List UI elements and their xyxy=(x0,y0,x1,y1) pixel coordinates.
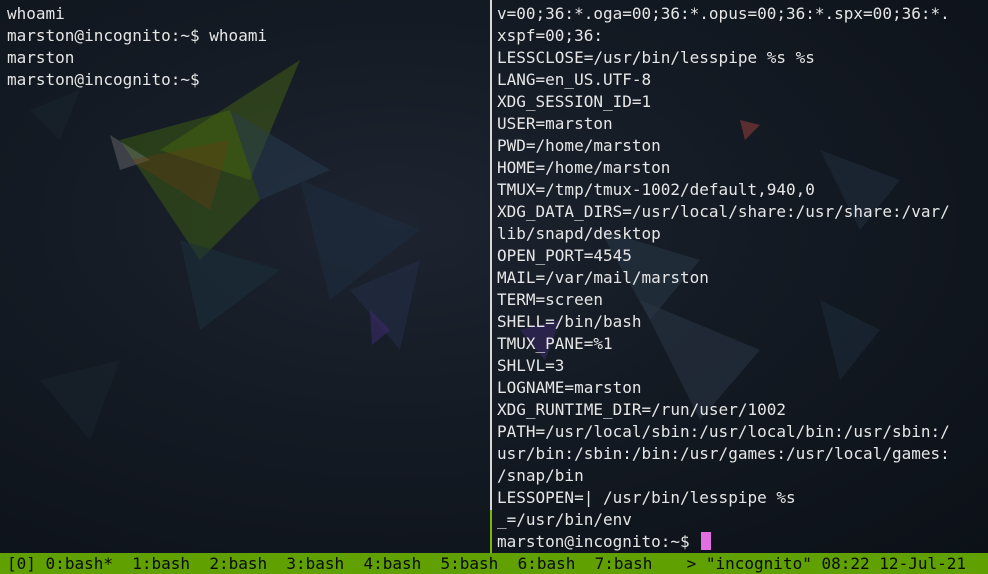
status-right: > "incognito" 08:22 12-Jul-21 xyxy=(687,553,966,574)
window-tab[interactable]: 0:bash* xyxy=(46,554,113,573)
env-line: v=00;36:*.oga=00;36:*.opus=00;36:*.spx=0… xyxy=(497,4,950,23)
env-line: XDG_SESSION_ID=1 xyxy=(497,92,652,111)
window-tab[interactable]: 3:bash xyxy=(286,554,344,573)
env-line: MAIL=/var/mail/marston xyxy=(497,268,709,287)
tmux-status-bar: [0] 0:bash* 1:bash 2:bash 3:bash 4:bash … xyxy=(0,553,988,574)
terminal-line: marston@incognito:~$ whoami xyxy=(7,26,268,45)
terminal-line: marston xyxy=(7,48,75,67)
prompt-line[interactable]: marston@incognito:~$ xyxy=(497,531,950,553)
left-pane-output: whoami marston@incognito:~$ whoami marst… xyxy=(7,3,267,91)
right-pane-output: v=00;36:*.oga=00;36:*.opus=00;36:*.spx=0… xyxy=(497,3,950,553)
window-tab[interactable]: 2:bash xyxy=(209,554,267,573)
host-name: > "incognito" xyxy=(686,554,812,573)
env-line: SHLVL=3 xyxy=(497,356,565,375)
tmux-pane-left[interactable]: whoami marston@incognito:~$ whoami marst… xyxy=(0,0,490,553)
env-line: /snap/bin xyxy=(497,466,584,485)
shell-prompt: marston@incognito:~$ xyxy=(497,532,700,551)
terminal-line: marston@incognito:~$ xyxy=(7,70,200,89)
pane-border-inactive xyxy=(490,0,492,510)
session-label: [0] xyxy=(7,554,36,573)
env-line: LANG=en_US.UTF-8 xyxy=(497,70,652,89)
env-line: SHELL=/bin/bash xyxy=(497,312,642,331)
env-line: XDG_RUNTIME_DIR=/run/user/1002 xyxy=(497,400,786,419)
window-tab[interactable]: 5:bash xyxy=(441,554,499,573)
env-line: PWD=/home/marston xyxy=(497,136,661,155)
env-line: _=/usr/bin/env xyxy=(497,510,632,529)
env-line: HOME=/home/marston xyxy=(497,158,671,177)
env-line: XDG_DATA_DIRS=/usr/local/share:/usr/shar… xyxy=(497,202,950,221)
env-line: lib/snapd/desktop xyxy=(497,224,661,243)
status-time: 08:22 xyxy=(821,554,870,573)
env-line: xspf=00;36: xyxy=(497,26,603,45)
env-line: TMUX=/tmp/tmux-1002/default,940,0 xyxy=(497,180,815,199)
env-line: LESSCLOSE=/usr/bin/lesspipe %s %s xyxy=(497,48,815,67)
env-line: PATH=/usr/local/sbin:/usr/local/bin:/usr… xyxy=(497,422,950,441)
env-line: TMUX_PANE=%1 xyxy=(497,334,613,353)
env-line: USER=marston xyxy=(497,114,613,133)
env-line: LOGNAME=marston xyxy=(497,378,642,397)
terminal-window[interactable]: whoami marston@incognito:~$ whoami marst… xyxy=(0,0,988,574)
window-tab[interactable]: 6:bash xyxy=(518,554,576,573)
env-line: LESSOPEN=| /usr/bin/lesspipe %s xyxy=(497,488,796,507)
env-line: usr/bin:/sbin:/bin:/usr/games:/usr/local… xyxy=(497,444,950,463)
env-line: OPEN_PORT=4545 xyxy=(497,246,632,265)
terminal-cursor xyxy=(701,532,712,550)
pane-border-active xyxy=(490,510,492,553)
pane-divider[interactable] xyxy=(490,0,492,553)
window-tab[interactable]: 7:bash xyxy=(595,554,653,573)
tmux-pane-right[interactable]: v=00;36:*.oga=00;36:*.opus=00;36:*.spx=0… xyxy=(494,0,988,553)
window-tab[interactable]: 4:bash xyxy=(363,554,421,573)
status-date: 12-Jul-21 xyxy=(879,554,966,573)
status-left: [0] 0:bash* 1:bash 2:bash 3:bash 4:bash … xyxy=(7,553,652,574)
env-line: TERM=screen xyxy=(497,290,603,309)
terminal-line: whoami xyxy=(7,4,65,23)
window-tab[interactable]: 1:bash xyxy=(132,554,190,573)
